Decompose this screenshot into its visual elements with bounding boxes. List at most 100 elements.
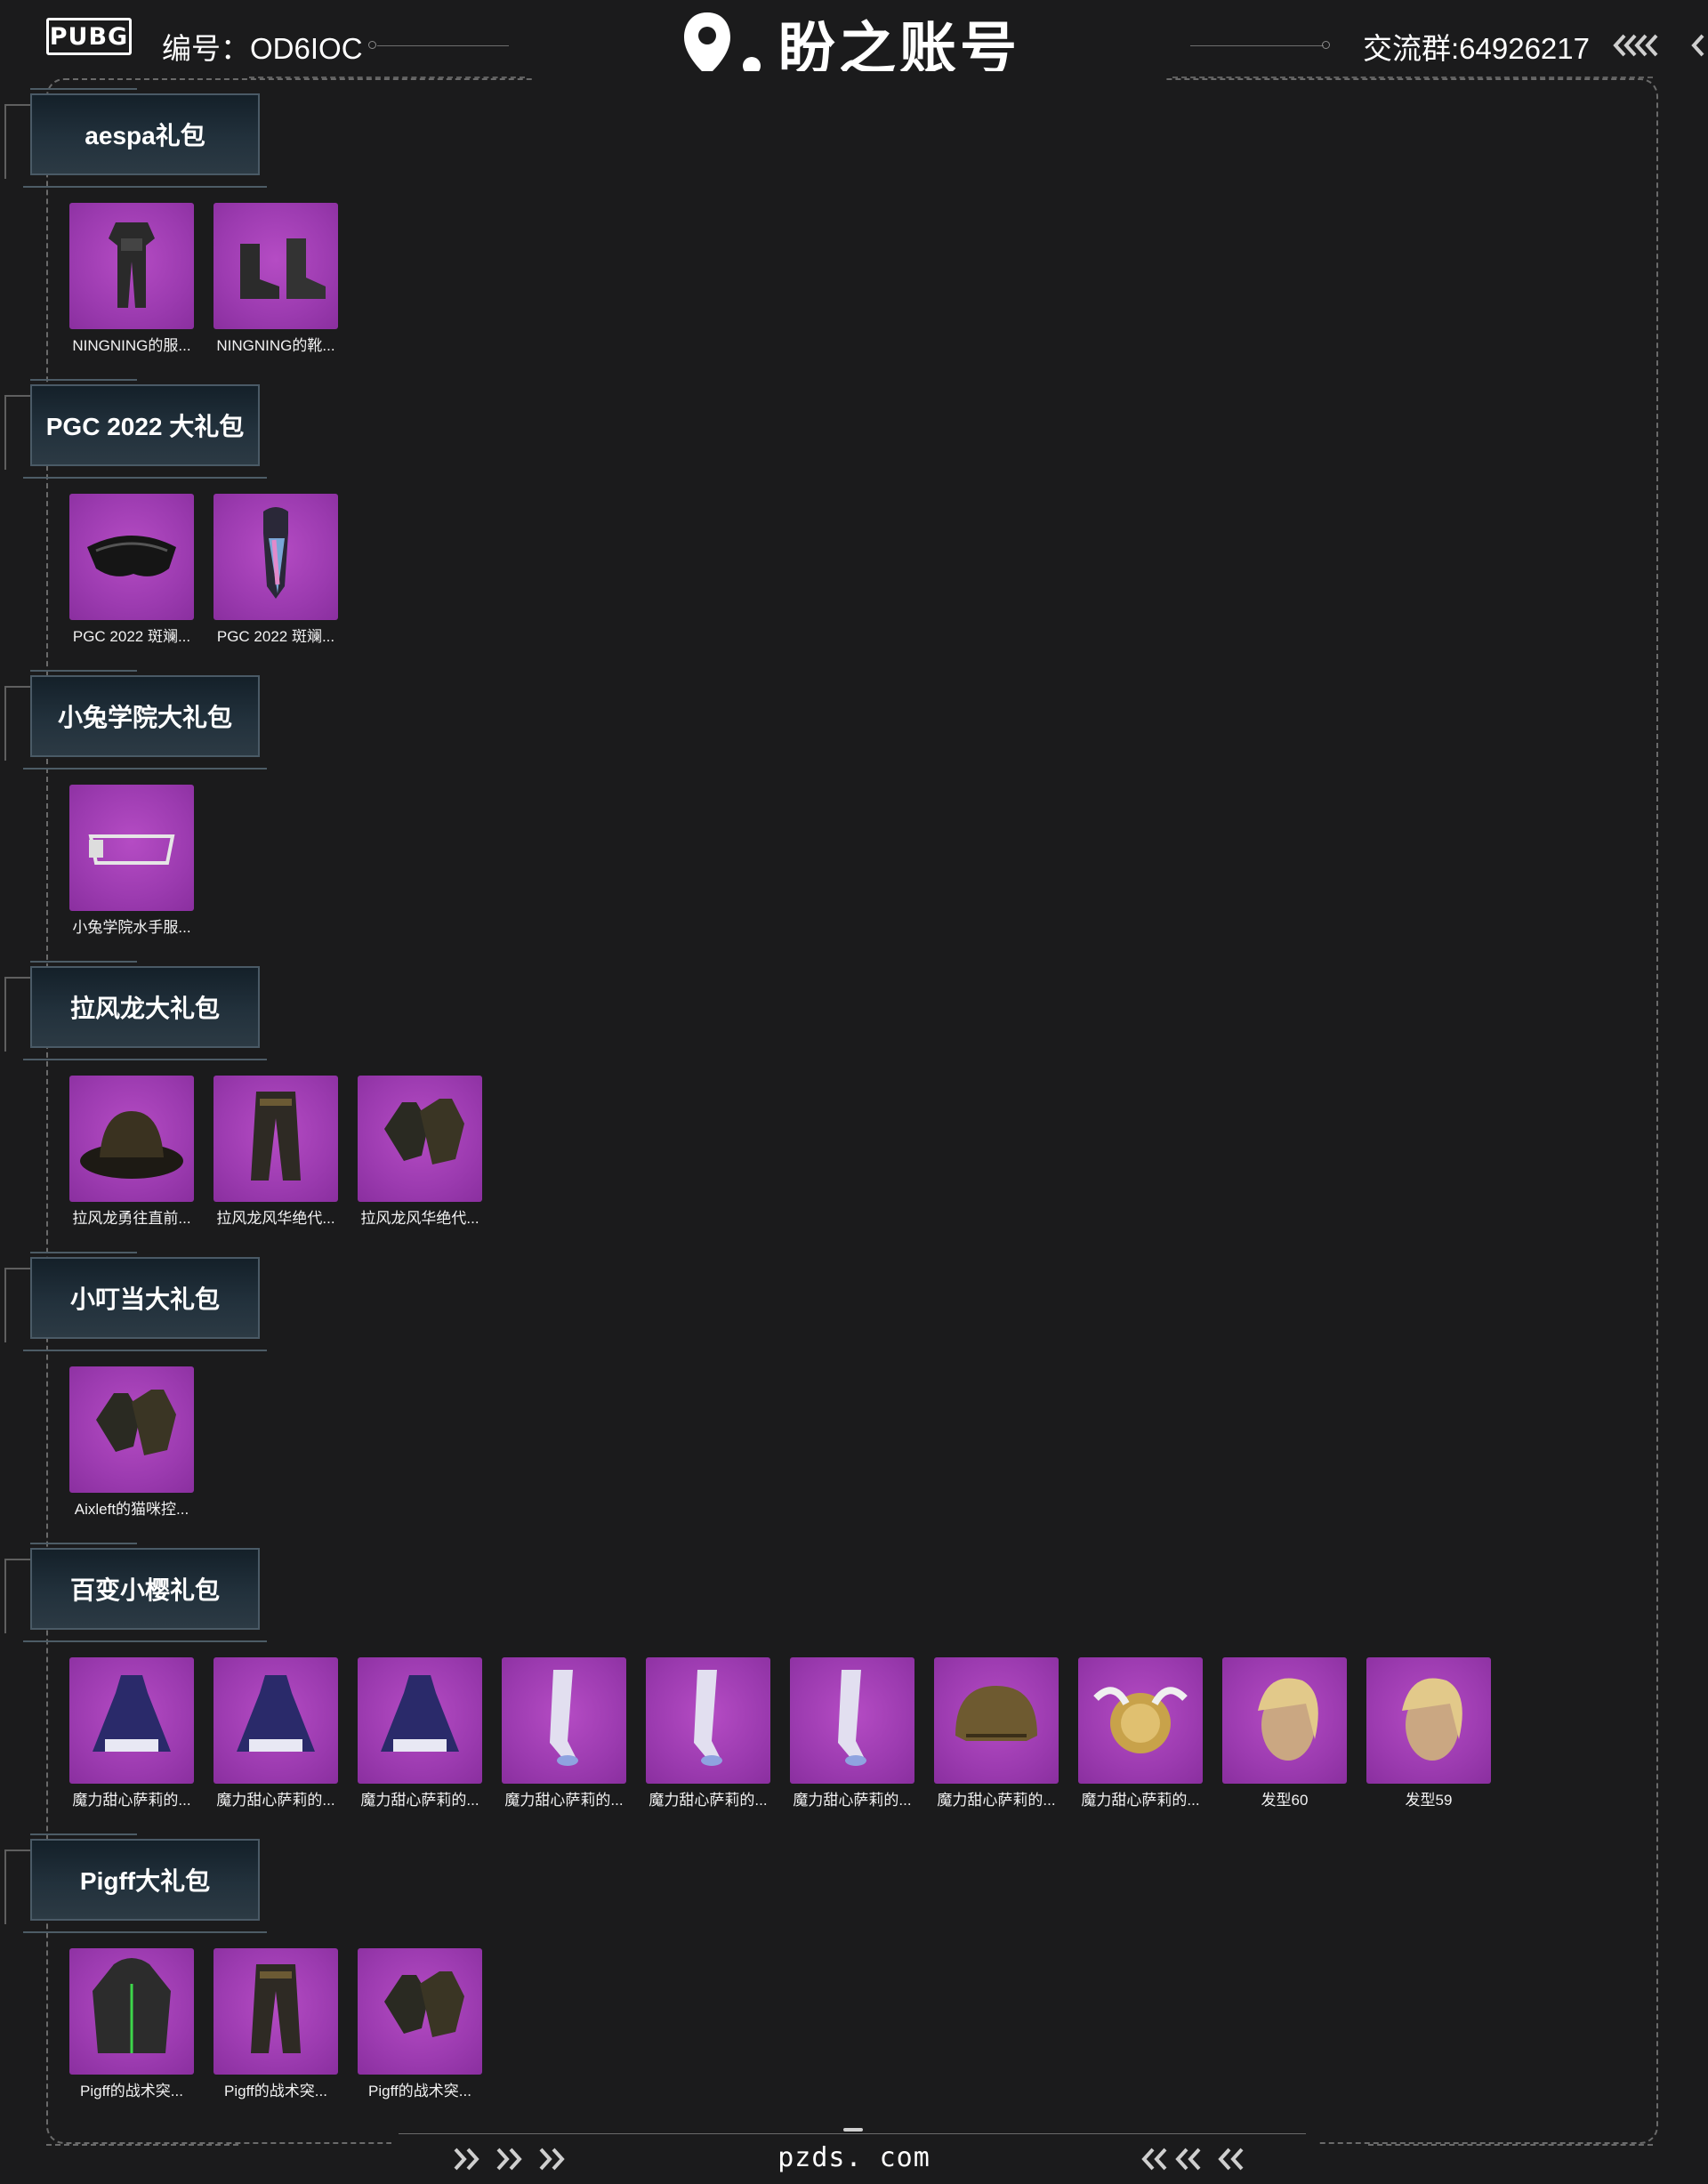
section-header: Pigff大礼包 [0,1833,267,1937]
item-thumbnail[interactable] [1222,1657,1347,1784]
item-thumbnail[interactable] [1366,1657,1491,1784]
item-thumbnail[interactable] [214,1657,338,1784]
account-serial: 编号：OD6IOC [162,32,363,65]
item-thumbnail[interactable] [214,1076,338,1202]
item-card[interactable]: 魔力甜心萨莉的... [502,1657,626,1809]
item-name: 魔力甜心萨莉的... [216,1792,335,1809]
item-thumbnail[interactable] [214,1948,338,2075]
goggles-icon [87,536,176,576]
stocking-icon [550,1670,578,1766]
item-thumbnail[interactable] [69,1366,194,1493]
footer-left-chevrons [452,2146,568,2172]
item-card[interactable]: Pigff的战术突... [69,1948,194,2100]
item-card[interactable]: PGC 2022 斑斓... [214,494,338,646]
item-card[interactable]: 魔力甜心萨莉的... [934,1657,1059,1809]
section-title: Pigff大礼包 [79,1867,211,1895]
item-card[interactable]: 魔力甜心萨莉的... [69,1657,194,1809]
item-thumbnail[interactable] [69,1657,194,1784]
item-name: 魔力甜心萨莉的... [72,1792,191,1809]
boots-icon [240,238,326,299]
footer-url[interactable]: pzds. com [756,2142,952,2173]
item-thumbnail[interactable] [790,1657,914,1784]
header-right-dot [1322,41,1330,49]
gloves-icon [96,1390,176,1455]
item-thumbnail[interactable] [69,1948,194,2075]
item-grid: 小兔学院水手服... [69,785,214,937]
item-card[interactable]: Pigff的战术突... [358,1948,482,2100]
item-thumbnail[interactable] [934,1657,1059,1784]
hat-icon [80,1111,183,1179]
item-name: 魔力甜心萨莉的... [937,1792,1056,1809]
item-thumbnail[interactable] [358,1657,482,1784]
hairstyle-icon [1402,1678,1462,1761]
item-card[interactable]: Pigff的战术突... [214,1948,338,2100]
item-name: 拉风龙风华绝代... [360,1210,479,1227]
group-label: 交流群 [1363,32,1451,65]
item-name: 拉风龙勇往直前... [72,1210,191,1227]
item-name: Pigff的战术突... [80,2083,183,2099]
section-title: 百变小樱礼包 [69,1576,220,1604]
section-title: 小兔学院大礼包 [57,704,232,731]
item-thumbnail[interactable] [358,1948,482,2075]
item-name: Aixleft的猫咪控... [74,1501,189,1518]
item-card[interactable]: 魔力甜心萨莉的... [646,1657,770,1809]
item-thumbnail[interactable] [69,203,194,329]
glasses-icon [88,834,175,865]
item-thumbnail[interactable] [214,494,338,620]
item-thumbnail[interactable] [214,203,338,329]
item-name: 魔力甜心萨莉的... [504,1792,624,1809]
chevrons-left-icon [1613,34,1704,57]
item-card[interactable]: 小兔学院水手服... [69,785,194,937]
footer-right-chevrons [1140,2146,1256,2172]
item-card[interactable]: NINGNING的服... [69,203,194,355]
item-grid: Aixleft的猫咪控... [69,1366,214,1519]
header-left-line [377,45,509,46]
item-thumbnail[interactable] [1078,1657,1203,1784]
item-name: 魔力甜心萨莉的... [1081,1792,1200,1809]
serial-value: OD6IOC [250,32,363,65]
outfit-icon [109,222,155,308]
item-thumbnail[interactable] [69,494,194,620]
item-card[interactable]: 魔力甜心萨莉的... [790,1657,914,1809]
item-card[interactable]: Aixleft的猫咪控... [69,1366,194,1519]
section-header: 拉风龙大礼包 [0,961,267,1064]
item-grid: 魔力甜心萨莉的... 魔力甜心萨莉的... 魔力甜心萨莉的... 魔力甜心萨莉的...… [69,1657,1511,1809]
item-name: 小兔学院水手服... [72,919,191,936]
item-thumbnail[interactable] [502,1657,626,1784]
item-card[interactable]: NINGNING的靴... [214,203,338,355]
item-grid: 拉风龙勇往直前... 拉风龙风华绝代... 拉风龙风华绝代... [69,1076,502,1228]
item-card[interactable]: 魔力甜心萨莉的... [214,1657,338,1809]
gift-pack-section: Pigff大礼包 Pigff的战术突... Pigff的战术突... Pigff的战术… [0,1833,1708,2124]
item-card[interactable]: 魔力甜心萨莉的... [358,1657,482,1809]
item-card[interactable]: 拉风龙勇往直前... [69,1076,194,1228]
jacket-icon [93,1958,171,2053]
item-card[interactable]: 发型60 [1222,1657,1347,1809]
gift-pack-section: 小兔学院大礼包小兔学院水手服... [0,670,1708,960]
section-header: 小叮当大礼包 [0,1252,267,1355]
dress-icon [381,1675,459,1752]
item-card[interactable]: 拉风龙风华绝代... [358,1076,482,1228]
item-card[interactable]: 魔力甜心萨莉的... [1078,1657,1203,1809]
footer-line [399,2133,1306,2134]
item-grid: PGC 2022 斑斓... PGC 2022 斑斓... [69,494,358,646]
item-name: 魔力甜心萨莉的... [360,1792,479,1809]
item-thumbnail[interactable] [646,1657,770,1784]
gloves-icon [384,1971,464,2037]
item-thumbnail[interactable] [69,1076,194,1202]
chevrons-right-icon [454,2148,565,2171]
item-card[interactable]: 拉风龙风华绝代... [214,1076,338,1228]
header-bracket [4,395,33,470]
header-bracket [4,1268,33,1342]
item-thumbnail[interactable] [69,785,194,911]
dress-icon [237,1675,315,1752]
footer-left-dash [46,2144,238,2146]
item-name: Pigff的战术突... [224,2083,327,2099]
pubg-logo: PUBG [46,12,132,55]
item-name: 魔力甜心萨莉的... [793,1792,912,1809]
item-thumbnail[interactable] [358,1076,482,1202]
item-card[interactable]: PGC 2022 斑斓... [69,494,194,646]
gift-pack-section: aespa礼包 NINGNING的服... NINGNING的靴... [0,88,1708,378]
section-header: PGC 2022 大礼包 [0,379,267,482]
section-title: 拉风龙大礼包 [69,995,220,1022]
item-card[interactable]: 发型59 [1366,1657,1491,1809]
